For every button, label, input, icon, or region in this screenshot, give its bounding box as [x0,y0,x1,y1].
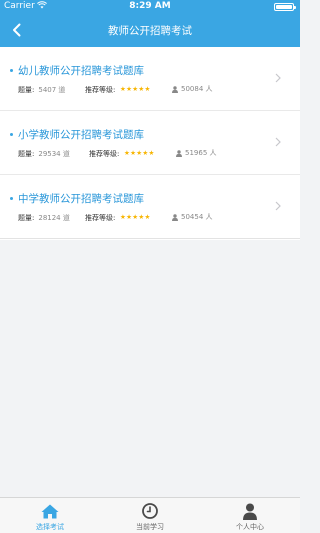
tab-label: 个人中心 [236,523,264,531]
rating-stars: ★★★★★ [124,149,155,157]
exam-item-kindergarten[interactable]: 幼儿教师公开招聘考试题库 题量: 5407 道 推荐等级: ★★★★★ 50084… [0,47,300,111]
bullet-dot [10,197,13,200]
chevron-right-icon [275,73,281,83]
participant-value: 50454 人 [181,213,213,221]
participant-value: 50084 人 [181,85,213,93]
person-icon [176,149,182,157]
count-label: 题量: [18,214,35,222]
exam-title: 中学教师公开招聘考试题库 [18,193,144,205]
count-label: 题量: [18,150,35,158]
exam-title: 小学教师公开招聘考试题库 [18,129,144,141]
question-count: 题量: 5407 道 [18,85,65,95]
person-icon [172,213,178,221]
count-label: 题量: [18,86,35,94]
status-bar: Carrier 8:29 AM [0,0,300,14]
tab-current-study[interactable]: 当前学习 [100,498,200,533]
participant-count: 50454 人 [172,212,213,222]
count-value: 29534 道 [38,150,70,158]
rating-stars: ★★★★★ [120,85,151,93]
page-title: 教师公开招聘考试 [108,25,192,37]
battery-icon [274,3,296,11]
exam-title: 幼儿教师公开招聘考试题库 [18,65,144,77]
recommend-label: 推荐等级: [85,86,116,94]
home-icon [41,503,59,519]
navigation-bar: 教师公开招聘考试 [0,14,300,47]
tab-bar: 选择考试 当前学习 个人中心 [0,497,300,533]
tab-select-exam[interactable]: 选择考试 [0,498,100,533]
count-value: 5407 道 [38,86,66,94]
person-icon [241,503,259,520]
bullet-dot [10,69,13,72]
chevron-right-icon [275,137,281,147]
tab-label: 选择考试 [36,523,64,531]
exam-item-secondary[interactable]: 中学教师公开招聘考试题库 题量: 28124 道 推荐等级: ★★★★★ 5045… [0,175,300,239]
participant-value: 51965 人 [185,149,217,157]
tab-label: 当前学习 [136,523,164,531]
exam-list: 幼儿教师公开招聘考试题库 题量: 5407 道 推荐等级: ★★★★★ 50084… [0,47,300,240]
participant-count: 50084 人 [172,84,213,94]
person-icon [172,85,178,93]
clock-icon [141,503,159,519]
recommend-label: 推荐等级: [89,150,120,158]
count-value: 28124 道 [38,214,70,222]
clock-time: 8:29 AM [129,1,171,11]
participant-count: 51965 人 [176,148,217,158]
rating-stars: ★★★★★ [120,213,151,221]
chevron-right-icon [275,201,281,211]
question-count: 题量: 28124 道 [18,213,70,223]
recommend-label: 推荐等级: [85,214,116,222]
question-count: 题量: 29534 道 [18,149,70,159]
exam-item-primary[interactable]: 小学教师公开招聘考试题库 题量: 29534 道 推荐等级: ★★★★★ 5196… [0,111,300,175]
tab-profile[interactable]: 个人中心 [200,498,300,533]
bullet-dot [10,133,13,136]
